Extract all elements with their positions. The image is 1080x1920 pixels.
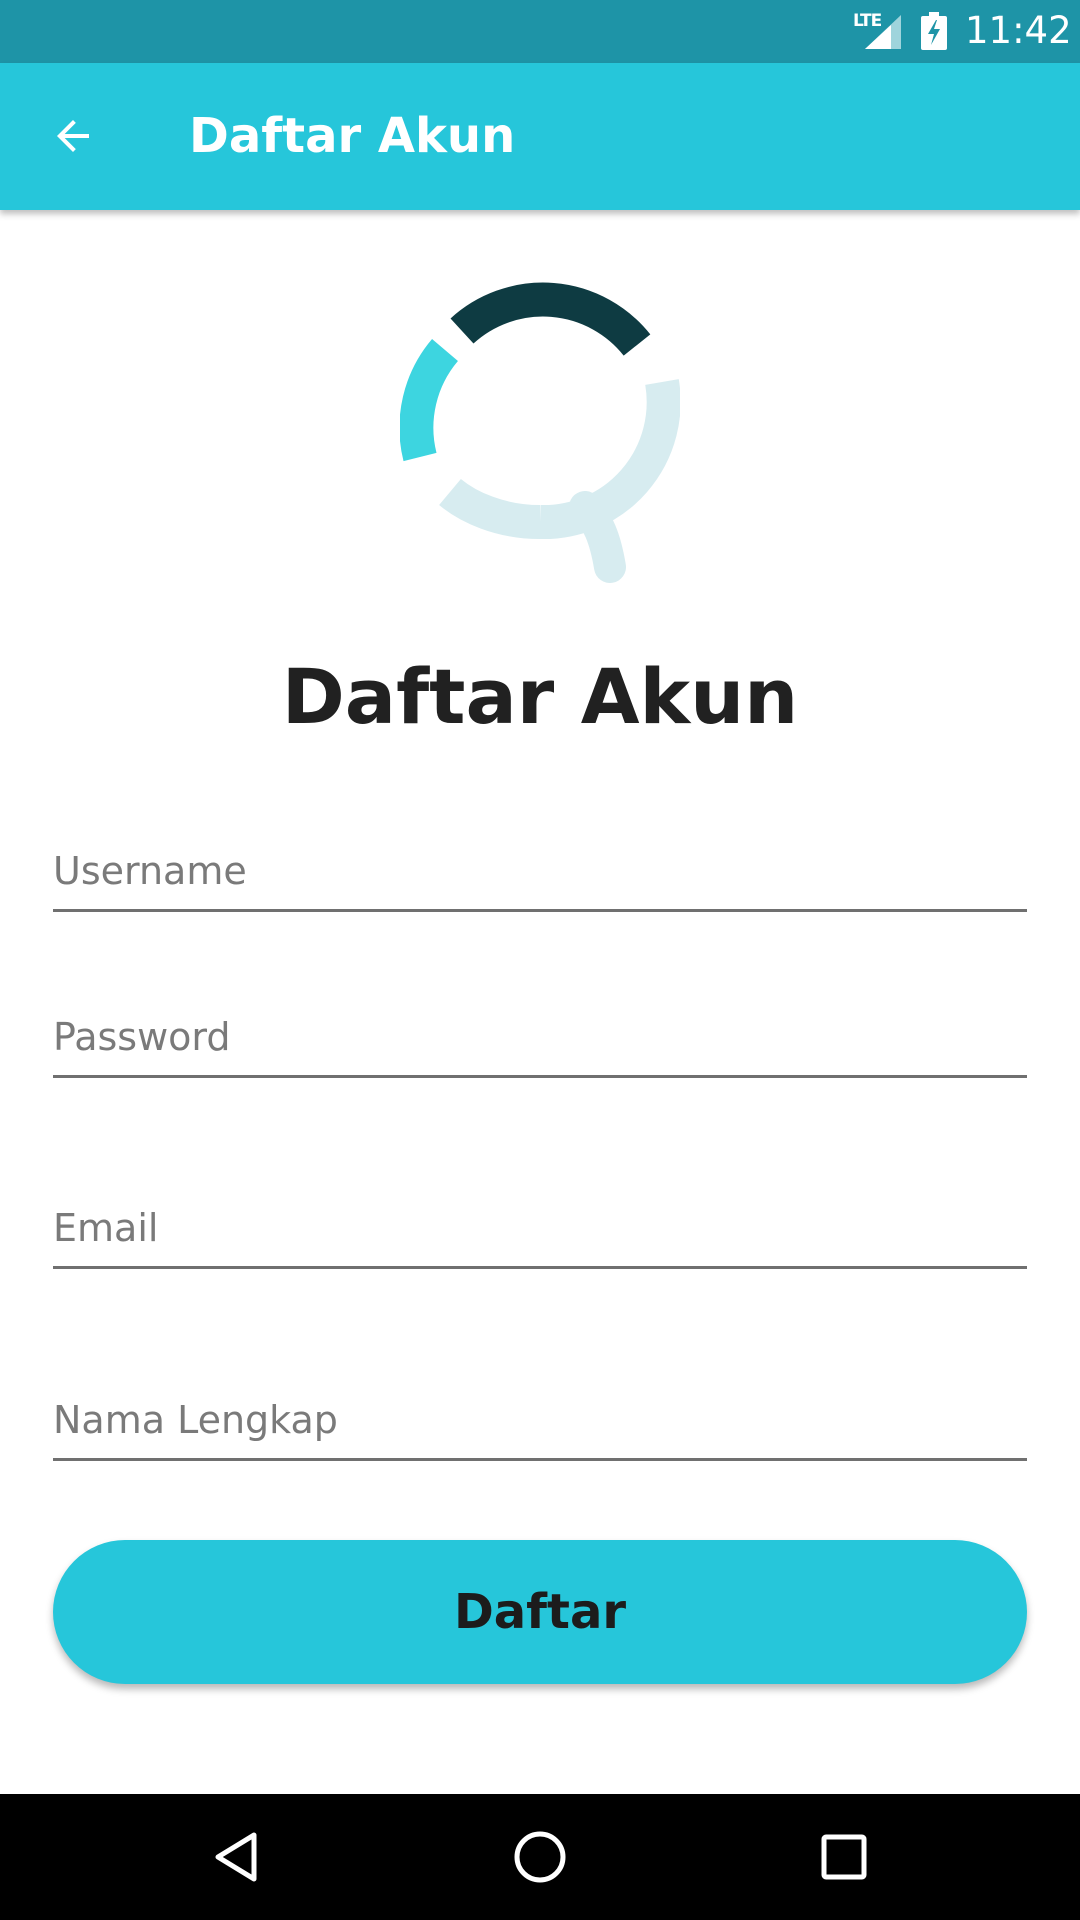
app-bar: Daftar Akun bbox=[0, 63, 1080, 210]
nav-recents-button[interactable] bbox=[804, 1817, 884, 1897]
clock: 11:42 bbox=[965, 9, 1072, 52]
arrow-left-icon bbox=[57, 120, 89, 152]
nav-back-button[interactable] bbox=[196, 1817, 276, 1897]
email-input[interactable] bbox=[53, 1189, 1027, 1266]
back-triangle-icon bbox=[215, 1832, 257, 1882]
app-bar-title: Daftar Akun bbox=[189, 108, 516, 164]
back-button[interactable] bbox=[40, 103, 106, 169]
system-nav-bar bbox=[0, 1794, 1080, 1920]
full-name-field bbox=[53, 1381, 1027, 1461]
email-field bbox=[53, 1189, 1027, 1269]
home-circle-icon bbox=[514, 1831, 566, 1883]
signal-icon bbox=[865, 15, 901, 49]
recents-square-icon bbox=[821, 1834, 867, 1880]
username-field bbox=[53, 832, 1027, 912]
status-bar: LTE 11:42 bbox=[0, 0, 1080, 63]
password-field bbox=[53, 998, 1027, 1078]
battery-charging-icon bbox=[921, 12, 947, 50]
q-logo-icon bbox=[400, 282, 680, 583]
full-name-input[interactable] bbox=[53, 1381, 1027, 1458]
password-input[interactable] bbox=[53, 998, 1027, 1075]
page-title: Daftar Akun bbox=[281, 652, 799, 741]
nav-home-button[interactable] bbox=[500, 1817, 580, 1897]
register-button[interactable]: Daftar bbox=[53, 1540, 1027, 1684]
username-input[interactable] bbox=[53, 832, 1027, 909]
